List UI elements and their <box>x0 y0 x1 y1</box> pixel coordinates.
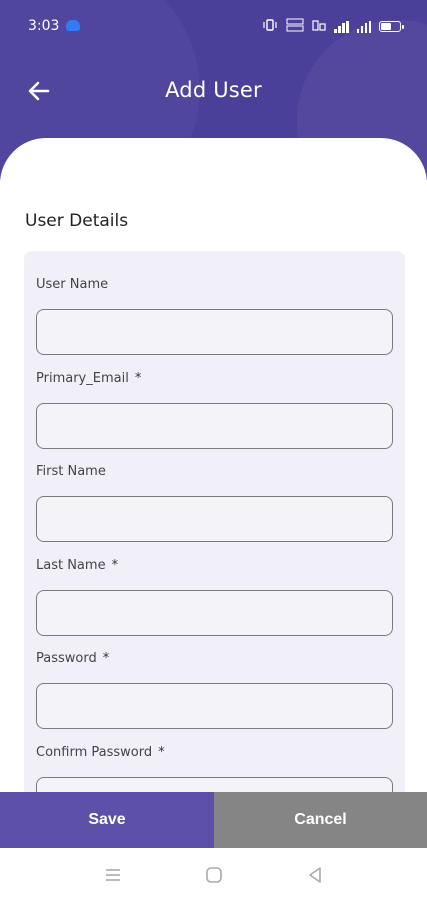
field-password: Password * <box>36 651 393 729</box>
field-first-name: First Name <box>36 464 393 542</box>
system-nav-bar <box>0 848 427 900</box>
field-label: Primary_Email * <box>36 371 393 391</box>
user-details-form: User Name Primary_Email * First Name Last… <box>24 251 405 811</box>
field-user-name: User Name <box>36 277 393 355</box>
back-triangle-icon[interactable] <box>304 864 326 886</box>
field-label-text: First Name <box>36 464 106 479</box>
password-input[interactable] <box>36 683 393 729</box>
status-icons <box>262 18 404 35</box>
field-label-text: Primary_Email <box>36 371 129 386</box>
battery-icon <box>379 21 404 32</box>
status-time: 3:03 <box>28 18 60 34</box>
menu-icon[interactable] <box>102 864 124 886</box>
field-primary-email: Primary_Email * <box>36 371 393 449</box>
signal-icon <box>356 20 371 33</box>
required-marker: * <box>134 371 142 386</box>
field-label: Last Name * <box>36 558 393 578</box>
field-label: Confirm Password * <box>36 745 393 765</box>
field-label-text: User Name <box>36 277 109 292</box>
field-label: First Name <box>36 464 393 484</box>
save-button[interactable]: Save <box>0 792 214 848</box>
user-name-input[interactable] <box>36 309 393 355</box>
required-marker: * <box>158 745 165 760</box>
primary-email-input[interactable] <box>36 403 393 449</box>
action-bar: Save Cancel <box>0 792 427 848</box>
status-bar: 3:03 <box>0 0 427 52</box>
field-label: User Name <box>36 277 393 297</box>
cancel-button[interactable]: Cancel <box>214 792 427 848</box>
page-title: Add User <box>165 78 262 102</box>
first-name-input[interactable] <box>36 496 393 542</box>
field-label-text: Confirm Password <box>36 745 153 760</box>
section-title: User Details <box>25 211 129 231</box>
battery-level <box>381 23 391 30</box>
field-last-name: Last Name * <box>36 558 393 636</box>
field-label: Password * <box>36 651 393 671</box>
field-label-text: Last Name <box>36 558 106 573</box>
required-marker: * <box>111 558 119 573</box>
home-icon[interactable] <box>203 864 225 886</box>
vibrate-icon <box>262 19 278 34</box>
signal-icon <box>334 20 349 33</box>
required-marker: * <box>102 651 110 666</box>
volte-icon <box>312 19 326 34</box>
cloud-icon <box>66 20 80 31</box>
last-name-input[interactable] <box>36 590 393 636</box>
field-label-text: Password <box>36 651 97 666</box>
data-speed-icon <box>286 18 304 35</box>
